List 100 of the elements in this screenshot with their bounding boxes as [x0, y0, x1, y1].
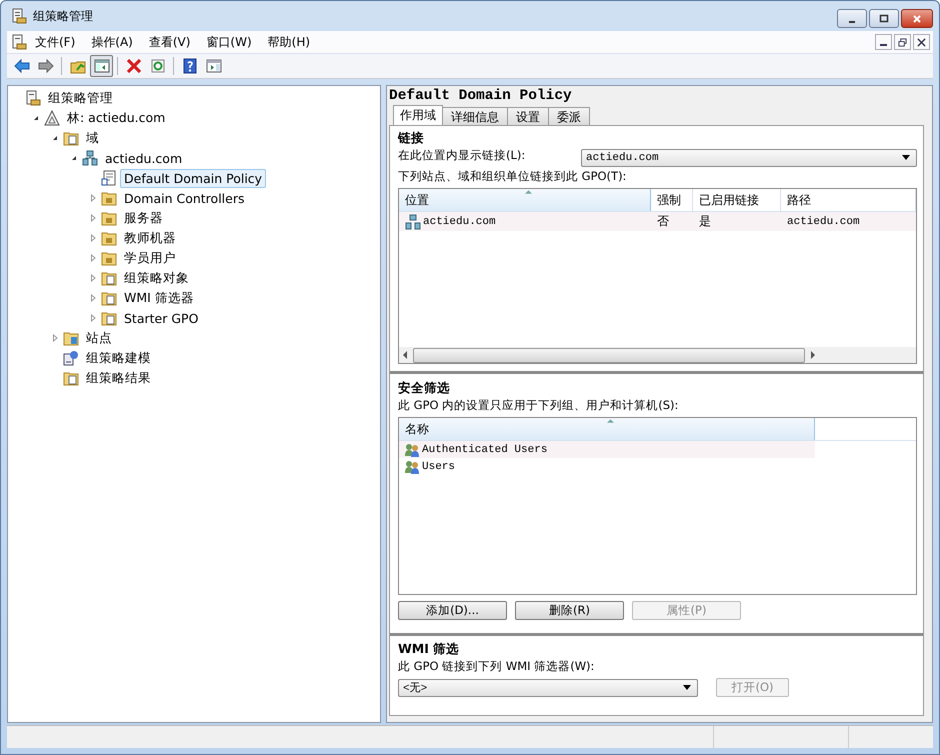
column-header[interactable]: 已启用链接: [693, 189, 781, 211]
tab[interactable]: 作用域: [393, 105, 443, 125]
list-label: 下列站点、域和组织单位链接到此 GPO(T):: [398, 169, 628, 185]
collapsed-arrow-icon[interactable]: [89, 214, 97, 222]
maximize-icon: [879, 14, 889, 24]
tree-item[interactable]: 林: actiedu.com: [63, 108, 170, 128]
folder-icon: [101, 230, 117, 246]
column-header[interactable]: 名称: [399, 418, 815, 440]
restore-button[interactable]: [894, 34, 911, 50]
dropdown-arrow-icon: [683, 685, 691, 690]
menu-item[interactable]: 操作(A): [83, 34, 141, 50]
collapsed-arrow-icon[interactable]: [89, 274, 97, 282]
wmi-filter-dropdown[interactable]: <无>: [398, 678, 698, 696]
tab[interactable]: 设置: [507, 107, 549, 125]
section-heading: WMI 筛选: [398, 641, 460, 658]
tree-item[interactable]: 站点: [82, 328, 116, 348]
panel-icon: [94, 58, 110, 74]
collapsed-arrow-icon[interactable]: [51, 334, 59, 342]
folder-icon: [63, 370, 79, 386]
minimize-icon: [849, 20, 855, 22]
menu-item[interactable]: 窗口(W): [198, 34, 260, 50]
expanded-arrow-icon[interactable]: [51, 134, 59, 142]
minimize-button[interactable]: [837, 9, 867, 28]
collapsed-arrow-icon[interactable]: [89, 294, 97, 302]
tree-item[interactable]: 教师机器: [120, 228, 180, 248]
close-icon: [917, 38, 926, 46]
document-icon: [101, 170, 117, 186]
collapsed-arrow-icon[interactable]: [89, 254, 97, 262]
collapsed-arrow-icon[interactable]: [89, 314, 97, 322]
action-button[interactable]: 添加(D)...: [398, 601, 507, 620]
folder-icon: [63, 130, 79, 146]
folder-icon: [101, 210, 117, 226]
tree-item[interactable]: 组策略建模: [82, 348, 155, 368]
tree-item[interactable]: Domain Controllers: [120, 188, 248, 208]
column-header[interactable]: 路径: [781, 189, 916, 211]
tree-item[interactable]: Starter GPO: [120, 308, 202, 328]
location-dropdown[interactable]: actiedu.com: [581, 148, 917, 166]
sort-arrow-icon: [606, 419, 614, 423]
help-icon: [182, 58, 198, 74]
policy-title: Default Domain Policy: [389, 88, 573, 106]
network-icon: [405, 214, 421, 230]
panel-icon: [206, 58, 222, 74]
table-cell: actiedu.com: [787, 216, 860, 228]
refresh-icon: [150, 58, 166, 74]
horizontal-scrollbar[interactable]: [399, 347, 916, 363]
close-button[interactable]: [901, 9, 933, 28]
table-cell[interactable]: actiedu.com: [423, 216, 496, 228]
tree-item[interactable]: 域: [82, 128, 103, 148]
tree-item[interactable]: WMI 筛选器: [120, 288, 198, 308]
maximize-button[interactable]: [869, 9, 899, 28]
menu-item[interactable]: 文件(F): [27, 34, 84, 50]
scroll-left-icon[interactable]: [403, 351, 407, 359]
field-label: 此 GPO 链接到下列 WMI 筛选器(W):: [398, 659, 596, 675]
tree-item[interactable]: 学员用户: [120, 248, 180, 268]
dropdown-arrow-icon: [902, 155, 910, 160]
triangle-icon: [44, 110, 60, 126]
folder-icon: [101, 290, 117, 306]
collapsed-arrow-icon[interactable]: [89, 234, 97, 242]
folder-icon: [101, 190, 117, 206]
field-label: 在此位置内显示链接(L):: [398, 148, 526, 164]
tab[interactable]: 详细信息: [442, 107, 508, 125]
tree-item[interactable]: 组策略结果: [82, 368, 155, 388]
menu-item[interactable]: 查看(V): [140, 34, 198, 50]
console-icon[interactable]: [11, 34, 27, 50]
folder-icon: [63, 330, 79, 346]
minimize-button[interactable]: [875, 34, 892, 50]
restore-icon: [898, 38, 907, 46]
back-arrow-icon: [14, 58, 30, 74]
delete-icon: [126, 58, 142, 74]
scroll-thumb[interactable]: [413, 348, 805, 362]
close-button[interactable]: [913, 34, 930, 50]
console-icon: [11, 8, 27, 24]
tree-item[interactable]: 组策略对象: [120, 268, 193, 288]
section-heading: 安全筛选: [398, 380, 451, 397]
list-label: 此 GPO 内的设置只应用于下列组、用户和计算机(S):: [398, 398, 680, 414]
expanded-arrow-icon[interactable]: [32, 114, 40, 122]
folder-icon: [101, 310, 117, 326]
tree-item[interactable]: Default Domain Policy: [120, 168, 266, 188]
tree-toggle-button[interactable]: [90, 55, 113, 77]
modeling-icon: [63, 350, 79, 366]
tab[interactable]: 委派: [548, 107, 590, 125]
list-item[interactable]: Users: [422, 460, 456, 472]
users-icon: [404, 442, 420, 458]
column-header[interactable]: 位置: [399, 189, 651, 211]
tree-item[interactable]: 服务器: [120, 208, 167, 228]
console-icon: [25, 90, 41, 106]
expanded-arrow-icon[interactable]: [70, 154, 78, 162]
action-button[interactable]: 删除(R): [515, 601, 624, 620]
minimize-icon: [880, 44, 887, 46]
folder-icon: [101, 250, 117, 266]
close-icon: [912, 14, 922, 24]
scroll-right-icon[interactable]: [811, 351, 815, 359]
menu-item[interactable]: 帮助(H): [260, 34, 318, 50]
table-cell: 否: [657, 213, 669, 230]
tree-item[interactable]: actiedu.com: [101, 148, 186, 168]
column-header[interactable]: 强制: [651, 189, 693, 211]
tree-item[interactable]: 组策略管理: [44, 88, 117, 108]
section-heading: 链接: [398, 130, 425, 147]
collapsed-arrow-icon[interactable]: [89, 194, 97, 202]
table-cell: 是: [699, 213, 711, 230]
